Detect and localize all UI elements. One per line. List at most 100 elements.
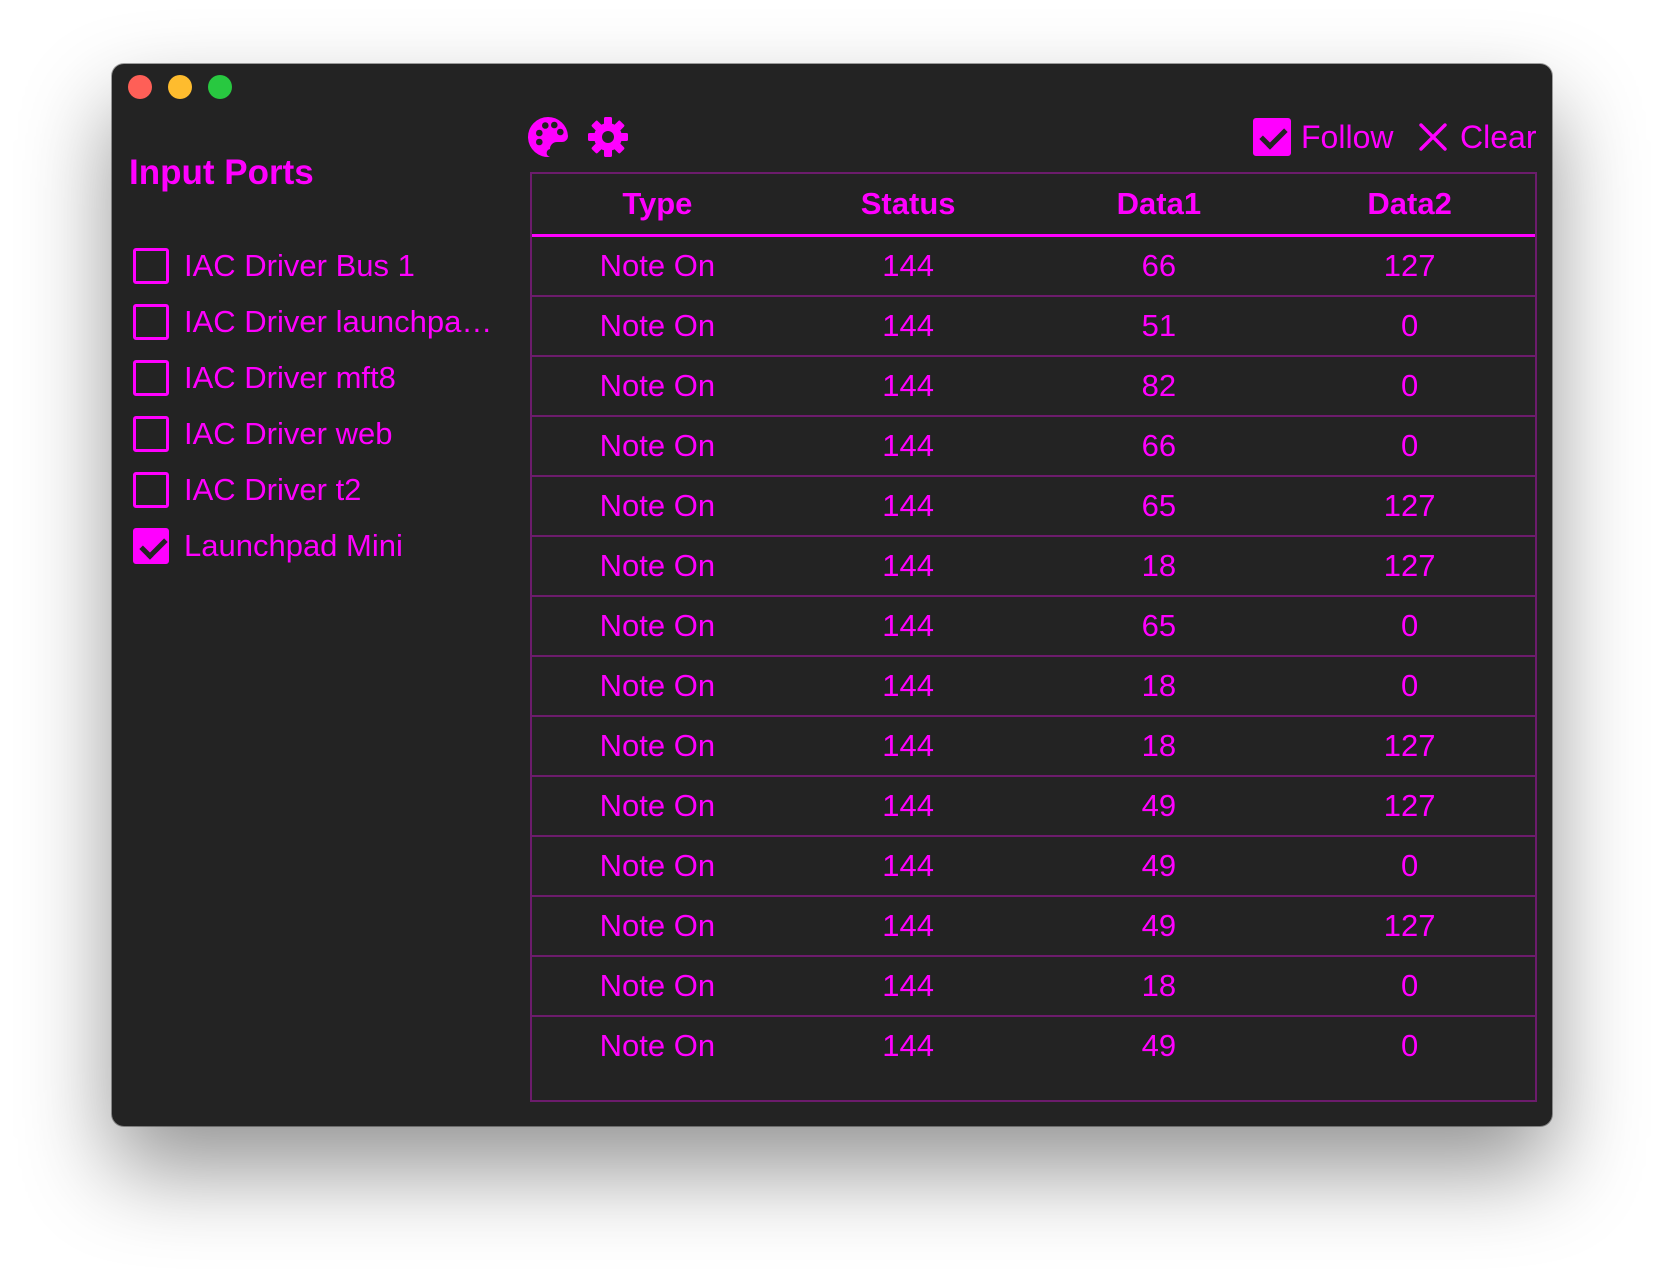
cell-data1: 51	[1033, 295, 1285, 357]
port-item-iac-t2[interactable]: IAC Driver t2	[133, 462, 503, 518]
cell-data2: 0	[1401, 1028, 1419, 1063]
cell-data2: 0	[1284, 295, 1535, 357]
port-item-iac-launchpad[interactable]: IAC Driver launchpadb…	[133, 294, 503, 350]
cell-status: 144	[782, 715, 1034, 777]
port-item-launchpad-mini[interactable]: Launchpad Mini	[133, 518, 503, 574]
table-row[interactable]: Note On 144 49 127	[532, 775, 1535, 837]
port-checkbox-checked[interactable]	[133, 528, 169, 564]
cell-status: 144	[882, 1028, 934, 1063]
cell-type: Note On	[532, 955, 783, 1017]
cell-status: 144	[782, 415, 1034, 477]
cell-data1: 49	[1033, 775, 1285, 837]
cell-type: Note On	[532, 715, 783, 777]
window-close-button[interactable]	[128, 75, 152, 99]
cell-data2: 127	[1284, 715, 1535, 777]
cell-data2: 127	[1284, 475, 1535, 537]
follow-label: Follow	[1301, 118, 1394, 155]
cell-status: 144	[782, 955, 1034, 1017]
cell-status: 144	[782, 835, 1034, 897]
port-label: IAC Driver web	[184, 416, 393, 451]
port-checkbox[interactable]	[133, 304, 169, 340]
table-row[interactable]: Note On 144 18 0	[532, 955, 1535, 1017]
port-item-iac-mft8[interactable]: IAC Driver mft8	[133, 350, 503, 406]
column-header-type[interactable]: Type	[532, 174, 783, 237]
cell-data1: 49	[1141, 1028, 1177, 1063]
app-window: Input Ports IAC Driver Bus 1 IAC Driver …	[112, 64, 1552, 1126]
port-label: IAC Driver launchpadb…	[184, 304, 503, 339]
port-checkbox[interactable]	[133, 416, 169, 452]
table-row[interactable]: Note On 144 18 127	[532, 715, 1535, 777]
cell-type: Note On	[532, 535, 783, 597]
cell-status: 144	[782, 895, 1034, 957]
cell-data2: 0	[1284, 595, 1535, 657]
column-header-data1[interactable]: Data1	[1033, 174, 1285, 237]
cell-data2: 127	[1284, 535, 1535, 597]
cell-data1: 18	[1033, 535, 1285, 597]
port-item-iac-web[interactable]: IAC Driver web	[133, 406, 503, 462]
table-row[interactable]: Note On 144 82 0	[532, 355, 1535, 417]
cell-data1: 49	[1033, 895, 1285, 957]
column-header-status[interactable]: Status	[782, 174, 1034, 237]
cell-status: 144	[782, 355, 1034, 417]
cell-status: 144	[782, 535, 1034, 597]
table-row[interactable]: Note On 144 65 0	[532, 595, 1535, 657]
gear-icon[interactable]	[587, 116, 629, 158]
cell-type: Note On	[532, 895, 783, 957]
table-body: Note On 144 66 127 Note On 144 51 0 Note On 144 82…	[532, 235, 1535, 1076]
cell-type: Note On	[532, 415, 783, 477]
port-checkbox[interactable]	[133, 472, 169, 508]
cell-type: Note On	[532, 655, 783, 717]
cell-data2: 0	[1284, 835, 1535, 897]
cell-data1: 65	[1033, 475, 1285, 537]
table-row[interactable]: Note On 144 49 0	[532, 1016, 1535, 1076]
cell-status: 144	[782, 295, 1034, 357]
cell-status: 144	[782, 475, 1034, 537]
window-maximize-button[interactable]	[208, 75, 232, 99]
cell-data2: 0	[1284, 655, 1535, 717]
cell-data1: 65	[1033, 595, 1285, 657]
table-header-row: Type Status Data1 Data2	[532, 174, 1535, 237]
cell-data1: 18	[1033, 715, 1285, 777]
port-label: IAC Driver t2	[184, 472, 362, 507]
cell-data1: 82	[1033, 355, 1285, 417]
follow-checkbox[interactable]	[1253, 118, 1291, 156]
clear-button[interactable]: Clear	[1418, 116, 1536, 158]
sidebar-title: Input Ports	[129, 153, 314, 192]
cell-data1: 18	[1033, 955, 1285, 1017]
cell-type: Note On	[599, 1028, 716, 1063]
cell-type: Note On	[532, 835, 783, 897]
cell-data2: 127	[1284, 235, 1535, 297]
table-row[interactable]: Note On 144 66 0	[532, 415, 1535, 477]
close-icon	[1419, 123, 1447, 151]
cell-type: Note On	[532, 355, 783, 417]
table-row[interactable]: Note On 144 18 0	[532, 655, 1535, 717]
cell-data1: 66	[1033, 415, 1285, 477]
cell-data2: 0	[1284, 355, 1535, 417]
palette-icon[interactable]	[527, 116, 569, 158]
cell-data1: 66	[1033, 235, 1285, 297]
port-item-iac-bus-1[interactable]: IAC Driver Bus 1	[133, 238, 503, 294]
cell-status: 144	[782, 655, 1034, 717]
cell-data1: 49	[1033, 835, 1285, 897]
port-label: Launchpad Mini	[184, 528, 403, 563]
table-row[interactable]: Note On 144 65 127	[532, 475, 1535, 537]
port-checkbox[interactable]	[133, 248, 169, 284]
table-row[interactable]: Note On 144 49 127	[532, 895, 1535, 957]
table-row[interactable]: Note On 144 18 127	[532, 535, 1535, 597]
cell-data2: 0	[1284, 415, 1535, 477]
follow-toggle[interactable]: Follow	[1253, 116, 1393, 158]
cell-data2: 127	[1284, 775, 1535, 837]
cell-status: 144	[782, 235, 1034, 297]
table-row[interactable]: Note On 144 49 0	[532, 835, 1535, 897]
window-minimize-button[interactable]	[168, 75, 192, 99]
table-row[interactable]: Note On 144 51 0	[532, 295, 1535, 357]
port-checkbox[interactable]	[133, 360, 169, 396]
cell-status: 144	[782, 595, 1034, 657]
table-row[interactable]: Note On 144 66 127	[532, 235, 1535, 297]
cell-type: Note On	[532, 595, 783, 657]
cell-data2: 127	[1284, 895, 1535, 957]
cell-type: Note On	[532, 775, 783, 837]
clear-label: Clear	[1460, 118, 1537, 155]
cell-type: Note On	[532, 235, 783, 297]
column-header-data2[interactable]: Data2	[1284, 174, 1535, 237]
